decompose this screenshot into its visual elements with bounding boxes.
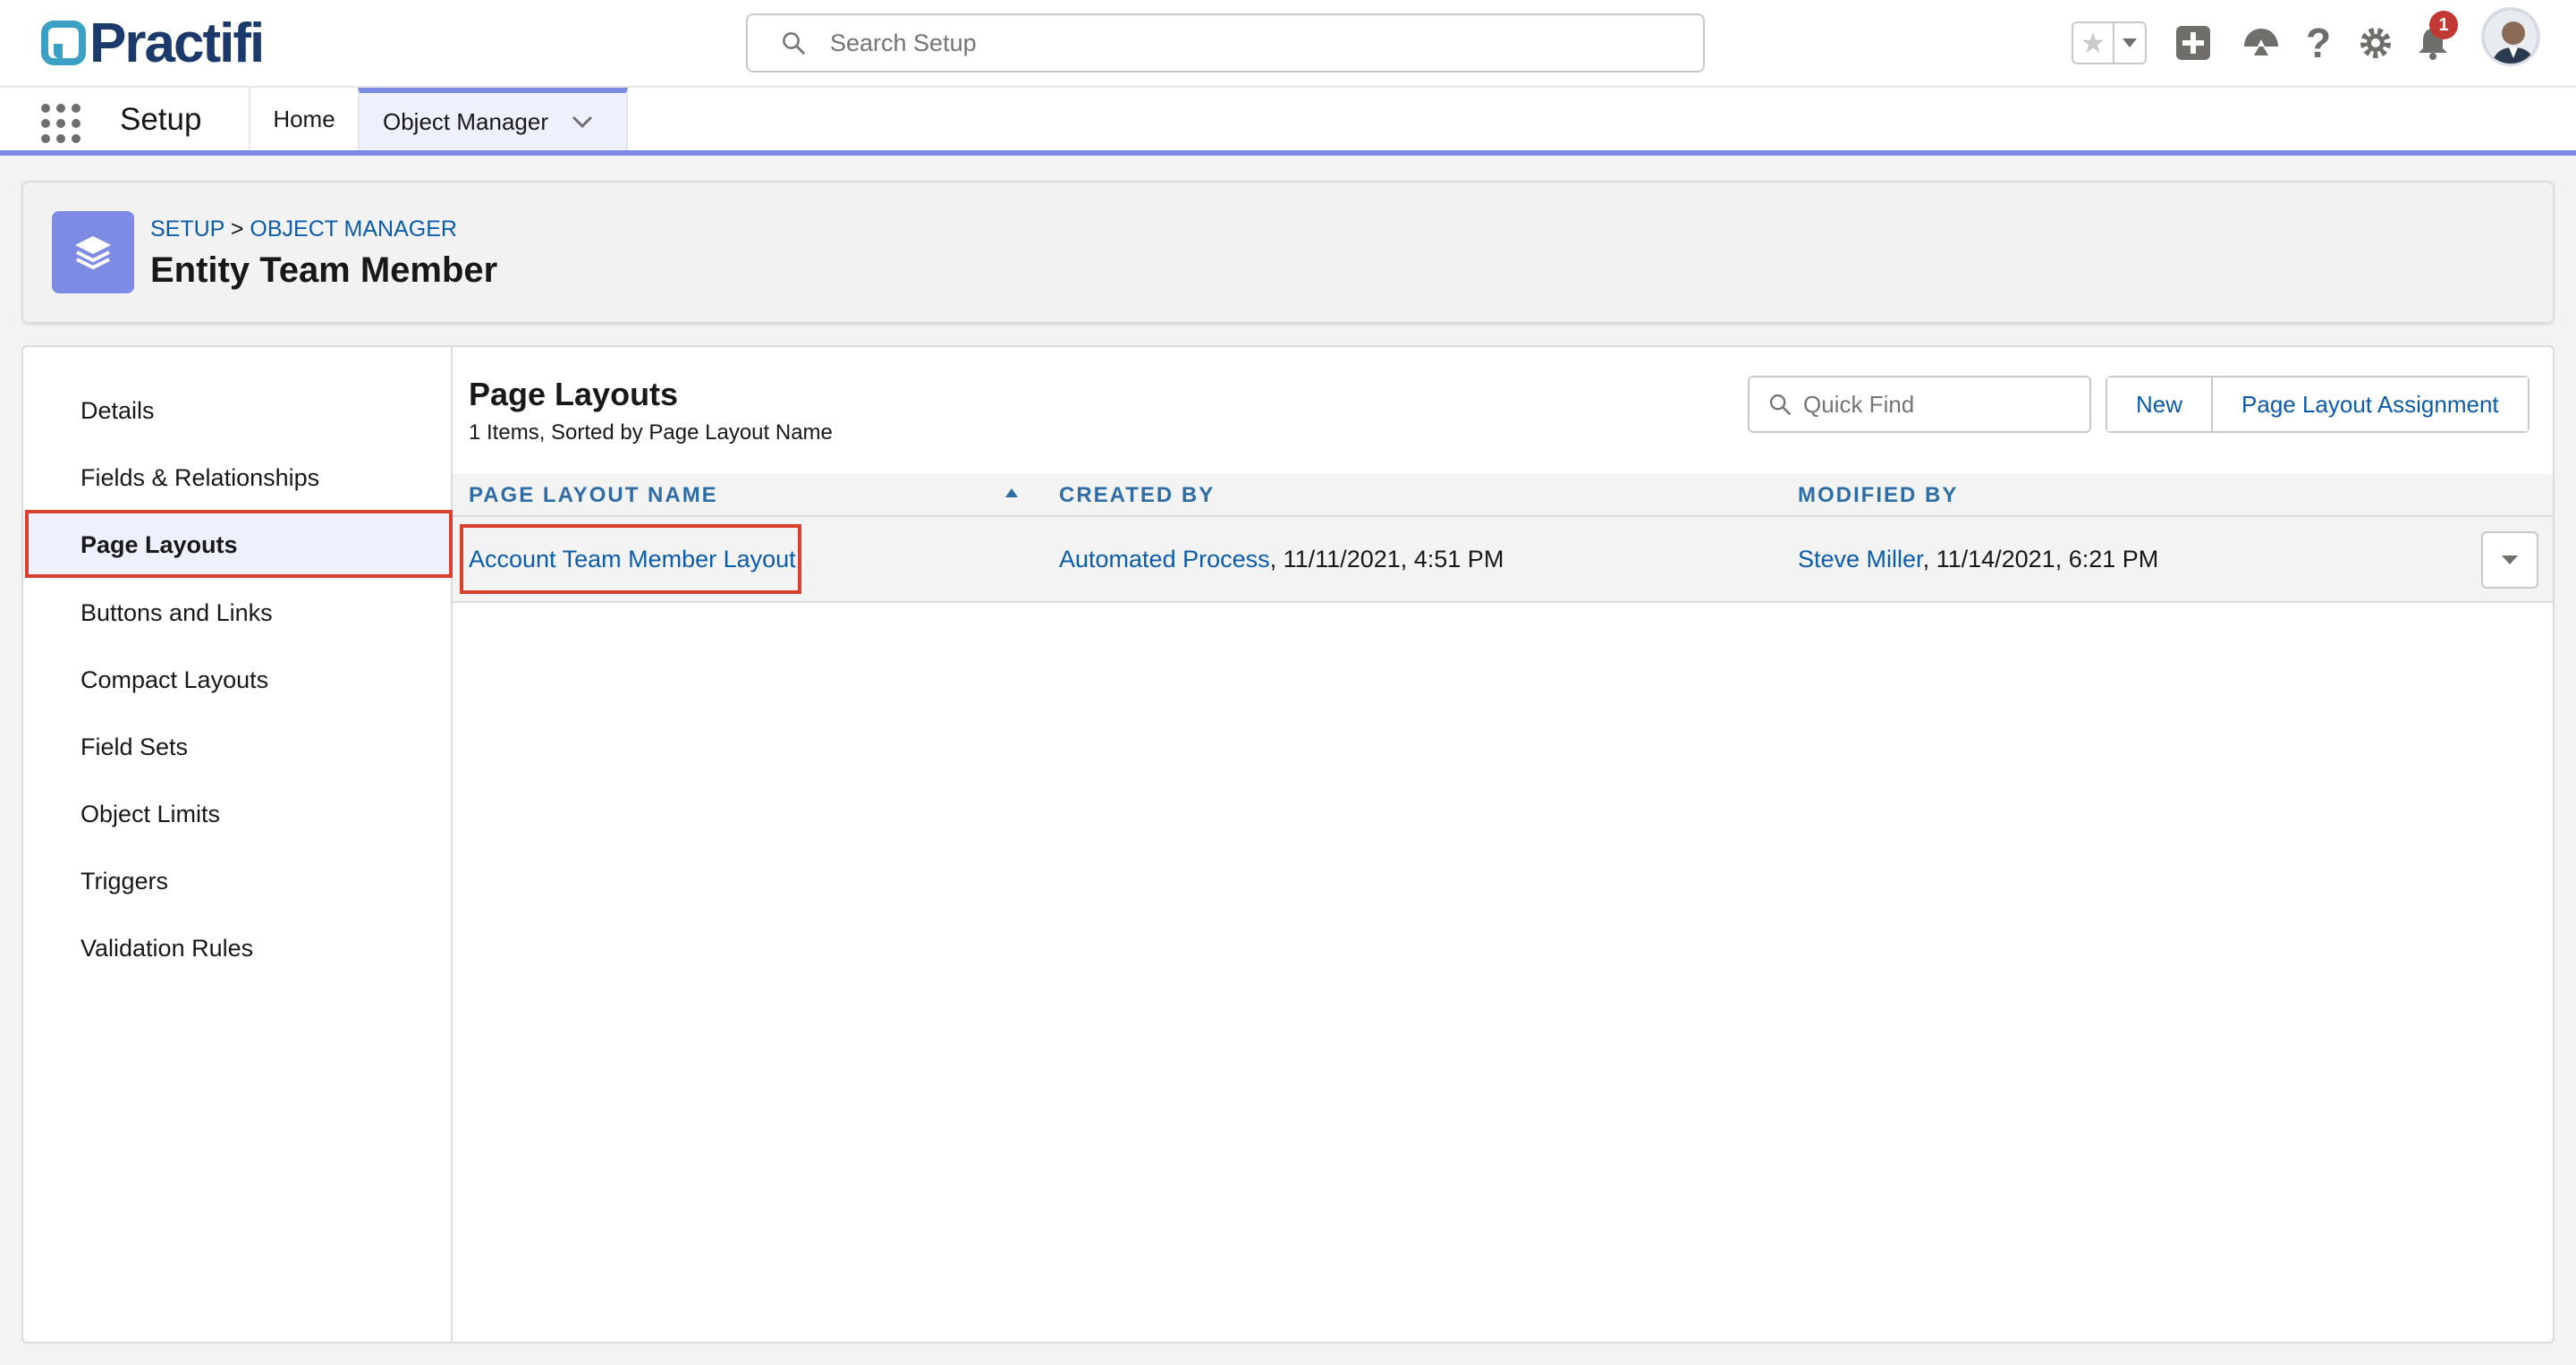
trailhead-icon: [2244, 29, 2278, 55]
setup-gear-button[interactable]: [2354, 21, 2397, 64]
page-layout-assignment-button[interactable]: Page Layout Assignment: [2211, 377, 2528, 431]
page-layouts-list: Page Layouts 1 Items, Sorted by Page Lay…: [453, 347, 2553, 1342]
quick-find[interactable]: [1748, 376, 2091, 433]
sidebar-item-label: Field Sets: [80, 733, 189, 760]
notification-badge: 1: [2429, 11, 2458, 39]
avatar-image: [2484, 10, 2538, 64]
quick-find-input[interactable]: [1803, 390, 2072, 419]
chevron-down-icon[interactable]: [572, 114, 593, 129]
sort-ascending-icon[interactable]: [1005, 488, 1018, 497]
chevron-down-icon: [2502, 555, 2518, 564]
tab-home-label: Home: [273, 105, 335, 132]
breadcrumb-object-manager[interactable]: OBJECT MANAGER: [250, 216, 457, 242]
sidebar-item-triggers[interactable]: Triggers: [23, 848, 451, 914]
sidebar-item-label: Fields & Relationships: [80, 463, 320, 491]
help-icon: ?: [2305, 20, 2332, 66]
gear-icon: [2360, 28, 2391, 58]
modified-by-cell: Steve Miller, 11/14/2021, 6:21 PM: [1798, 546, 2158, 573]
tab-object-manager-label: Object Manager: [383, 107, 548, 135]
search-input[interactable]: [830, 29, 1635, 57]
list-title: Page Layouts: [469, 376, 679, 412]
main-panel: Details Fields & Relationships Page Layo…: [21, 345, 2555, 1344]
tab-home[interactable]: Home: [249, 88, 358, 150]
avatar[interactable]: [2481, 7, 2540, 66]
sidebar-item-compact-layouts[interactable]: Compact Layouts: [23, 647, 451, 713]
brand-name: Practifi: [89, 12, 265, 74]
created-by-cell: Automated Process, 11/11/2021, 4:51 PM: [1059, 546, 1504, 573]
breadcrumb: SETUP > OBJECT MANAGER: [150, 216, 457, 242]
sidebar-item-label: Triggers: [80, 867, 169, 894]
object-page-header: SETUP > OBJECT MANAGER Entity Team Membe…: [21, 181, 2555, 324]
chevron-down-icon: [2123, 38, 2137, 47]
sidebar-item-label: Object Limits: [80, 800, 221, 827]
trailhead-button[interactable]: [2240, 21, 2283, 64]
page-title: Entity Team Member: [150, 250, 498, 290]
app-name: Setup: [120, 102, 202, 137]
global-header: Practifi ★ ? 1: [0, 0, 2576, 88]
modified-date: , 11/14/2021, 6:21 PM: [1922, 546, 2159, 572]
context-nav: Setup Home Object Manager: [0, 88, 2576, 156]
tab-object-manager[interactable]: Object Manager: [358, 88, 628, 150]
layers-icon: [52, 211, 134, 293]
search-icon: [783, 32, 805, 55]
search-icon: [1769, 394, 1791, 415]
object-sidebar: Details Fields & Relationships Page Layo…: [23, 347, 453, 1342]
app-launcher-icon[interactable]: [41, 104, 80, 143]
add-icon: [2176, 26, 2210, 60]
column-header-page-layout-name[interactable]: PAGE LAYOUT NAME: [469, 483, 718, 508]
setup-search[interactable]: [746, 13, 1705, 72]
favorites-button-group[interactable]: ★: [2072, 21, 2147, 64]
sidebar-item-label: Validation Rules: [80, 934, 254, 962]
table-row: Account Team Member Layout Automated Pro…: [453, 517, 2553, 603]
page-layout-name-link[interactable]: Account Team Member Layout: [469, 546, 796, 573]
sidebar-item-details[interactable]: Details: [23, 377, 451, 444]
list-actions: New Page Layout Assignment: [2106, 376, 2529, 433]
sidebar-item-page-layouts[interactable]: Page Layouts: [23, 512, 451, 578]
favorites-dropdown[interactable]: [2114, 23, 2145, 63]
row-actions-menu[interactable]: [2481, 531, 2538, 589]
sidebar-item-label: Buttons and Links: [80, 598, 273, 626]
breadcrumb-separator: >: [230, 216, 244, 242]
star-icon[interactable]: ★: [2073, 23, 2114, 63]
column-header-modified-by[interactable]: MODIFIED BY: [1798, 483, 1958, 508]
table-header: PAGE LAYOUT NAME CREATED BY MODIFIED BY: [453, 474, 2553, 517]
column-header-created-by[interactable]: CREATED BY: [1059, 483, 1215, 508]
help-button[interactable]: ?: [2297, 20, 2340, 66]
created-by-user-link[interactable]: Automated Process: [1059, 546, 1270, 572]
sidebar-item-label: Page Layouts: [80, 530, 238, 558]
new-button[interactable]: New: [2107, 377, 2212, 431]
breadcrumb-setup[interactable]: SETUP: [150, 216, 225, 242]
sidebar-item-field-sets[interactable]: Field Sets: [23, 714, 451, 780]
modified-by-user-link[interactable]: Steve Miller: [1798, 546, 1923, 572]
sidebar-item-validation-rules[interactable]: Validation Rules: [23, 915, 451, 981]
sidebar-item-label: Details: [80, 396, 155, 424]
practifi-logo[interactable]: Practifi: [41, 13, 265, 74]
list-subtitle: 1 Items, Sorted by Page Layout Name: [469, 420, 833, 445]
global-actions-button[interactable]: [2172, 21, 2215, 64]
logo-mark-icon: [41, 21, 86, 65]
created-date: , 11/11/2021, 4:51 PM: [1269, 546, 1504, 572]
sidebar-item-fields-relationships[interactable]: Fields & Relationships: [23, 445, 451, 511]
sidebar-item-object-limits[interactable]: Object Limits: [23, 781, 451, 847]
sidebar-item-buttons-links[interactable]: Buttons and Links: [23, 580, 451, 646]
sidebar-item-label: Compact Layouts: [80, 666, 269, 693]
